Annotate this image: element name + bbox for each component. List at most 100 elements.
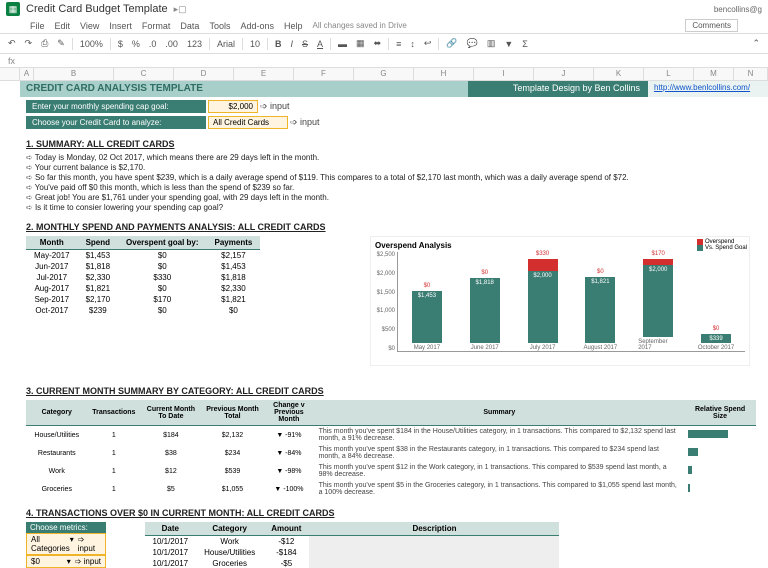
- col-i[interactable]: I: [474, 68, 534, 80]
- input-cap-row: Enter your monthly spending cap goal: $2…: [26, 100, 768, 113]
- table-row: Groceries1$5$1,055▼ -100%This month you'…: [26, 480, 756, 498]
- bullet: Great job! You are $1,761 under your spe…: [26, 193, 768, 202]
- menu-addons[interactable]: Add-ons: [240, 21, 274, 31]
- currency-icon[interactable]: $: [116, 39, 125, 49]
- chart-bars: $0 $1,453 May 2017 $0 $1,818 June 2017 $…: [397, 252, 745, 352]
- spreadsheet-grid[interactable]: A B C D E F G H I J K L M N CREDIT CARD …: [0, 68, 768, 568]
- comment-icon[interactable]: 💬: [465, 38, 480, 49]
- dec2-icon[interactable]: .00: [163, 39, 180, 49]
- col-j[interactable]: J: [534, 68, 594, 80]
- chart-title: Overspend Analysis: [375, 241, 745, 250]
- table-row: 10/1/2017Work-$12: [145, 536, 560, 548]
- banner: CREDIT CARD ANALYSIS TEMPLATE Template D…: [20, 81, 768, 97]
- comments-button[interactable]: Comments: [685, 19, 738, 32]
- save-status: All changes saved in Drive: [313, 21, 407, 30]
- valign-icon[interactable]: ↕: [408, 39, 417, 49]
- chart-yaxis: $2,500$2,000$1,500$1,000$500$0: [375, 252, 397, 352]
- menu-tools[interactable]: Tools: [209, 21, 230, 31]
- col-b[interactable]: B: [34, 68, 114, 80]
- menu-edit[interactable]: Edit: [55, 21, 71, 31]
- section1-head: 1. SUMMARY: ALL CREDIT CARDS: [26, 139, 768, 149]
- col-l[interactable]: L: [644, 68, 694, 80]
- cap-value[interactable]: $2,000: [208, 100, 258, 113]
- col-m[interactable]: M: [694, 68, 734, 80]
- bullet: So far this month, you have spent $239, …: [26, 173, 768, 182]
- print-icon[interactable]: ⎙: [39, 38, 50, 49]
- col-k[interactable]: K: [594, 68, 644, 80]
- table-row: Oct-2017$239$0$0: [26, 305, 260, 316]
- metric-category[interactable]: All Categories▾➩ input: [26, 533, 106, 555]
- chart-icon[interactable]: ▥: [485, 38, 498, 49]
- section4-head: 4. TRANSACTIONS OVER $0 IN CURRENT MONTH…: [26, 508, 768, 518]
- percent-icon[interactable]: %: [130, 39, 142, 49]
- italic-icon[interactable]: I: [289, 39, 296, 49]
- col-h[interactable]: H: [414, 68, 474, 80]
- menu-insert[interactable]: Insert: [109, 21, 132, 31]
- menu-format[interactable]: Format: [142, 21, 171, 31]
- folder-icon[interactable]: ▸▢: [174, 4, 187, 15]
- strike-icon[interactable]: S: [300, 39, 310, 49]
- bullet: Today is Monday, 02 Oct 2017, which mean…: [26, 153, 768, 162]
- wrap-icon[interactable]: ↩: [422, 38, 434, 49]
- font-size[interactable]: 10: [248, 39, 262, 49]
- fx-label: fx: [8, 56, 15, 66]
- title-bar: ▦ Credit Card Budget Template ▸▢ bencoll…: [0, 0, 768, 18]
- font-select[interactable]: Arial: [215, 39, 237, 49]
- card-value[interactable]: All Credit Cards: [208, 116, 288, 129]
- table-row: Sep-2017$2,170$170$1,821: [26, 294, 260, 305]
- table-row: Aug-2017$1,821$0$2,330: [26, 283, 260, 294]
- overspend-chart: Overspend Analysis Overspend Vs. Spend G…: [370, 236, 750, 366]
- col-a[interactable]: A: [20, 68, 34, 80]
- metric-amount[interactable]: $0▾➩ input: [26, 555, 106, 568]
- bullet: You've paid off $0 this month, which is …: [26, 183, 768, 192]
- link-icon[interactable]: 🔗: [444, 38, 459, 49]
- cap-arrow: ➩ input: [260, 101, 290, 112]
- table-row: Restaurants1$38$234▼ -84%This month you'…: [26, 444, 756, 462]
- input-card-row: Choose your Credit Card to analyze: All …: [26, 116, 768, 129]
- metrics-box: Choose metrics: All Categories▾➩ input $…: [26, 522, 106, 568]
- menu-file[interactable]: File: [30, 21, 45, 31]
- table-row: 10/1/2017Groceries-$5: [145, 558, 560, 568]
- redo-icon[interactable]: ↷: [23, 38, 35, 49]
- align-icon[interactable]: ≡: [394, 39, 403, 49]
- merge-icon[interactable]: ⬌: [372, 38, 384, 49]
- table-row: Jun-2017$1,818$0$1,453: [26, 261, 260, 272]
- bold-icon[interactable]: B: [273, 39, 284, 49]
- sheets-logo-icon: ▦: [6, 2, 20, 16]
- menu-bar: File Edit View Insert Format Data Tools …: [0, 18, 768, 34]
- menu-data[interactable]: Data: [180, 21, 199, 31]
- dec-icon[interactable]: .0: [147, 39, 159, 49]
- banner-link[interactable]: http://www.benlcollins.com/: [648, 81, 768, 97]
- table-row: Jul-2017$2,330$330$1,818: [26, 272, 260, 283]
- filter-icon[interactable]: ▼: [502, 39, 515, 49]
- table-row: May-2017$1,453$0$2,157: [26, 250, 260, 262]
- col-d[interactable]: D: [174, 68, 234, 80]
- card-arrow: ➩ input: [290, 117, 320, 128]
- chart-legend: Overspend Vs. Spend Goal: [697, 239, 747, 251]
- monthly-table: MonthSpendOverspent goal by:Payments May…: [26, 236, 260, 316]
- col-n[interactable]: N: [734, 68, 768, 80]
- zoom-select[interactable]: 100%: [78, 39, 105, 49]
- table-row: 10/1/2017House/Utilities-$184: [145, 547, 560, 558]
- toolbar: ↶ ↷ ⎙ ✎ 100% $ % .0 .00 123 Arial 10 B I…: [0, 34, 768, 54]
- col-g[interactable]: G: [354, 68, 414, 80]
- functions-icon[interactable]: Σ: [520, 39, 530, 49]
- formula-bar[interactable]: fx: [0, 54, 768, 68]
- table-row: Work1$12$539▼ -98%This month you've spen…: [26, 462, 756, 480]
- col-c[interactable]: C: [114, 68, 174, 80]
- text-color-icon[interactable]: A: [315, 39, 325, 49]
- paint-icon[interactable]: ✎: [55, 38, 67, 49]
- col-e[interactable]: E: [234, 68, 294, 80]
- metrics-head: Choose metrics:: [26, 522, 106, 533]
- banner-title: CREDIT CARD ANALYSIS TEMPLATE: [20, 81, 468, 97]
- chevron-up-icon[interactable]: ⌃: [750, 38, 762, 49]
- menu-view[interactable]: View: [80, 21, 99, 31]
- menu-help[interactable]: Help: [284, 21, 303, 31]
- num-format[interactable]: 123: [185, 39, 204, 49]
- undo-icon[interactable]: ↶: [6, 38, 18, 49]
- doc-title[interactable]: Credit Card Budget Template: [26, 3, 168, 15]
- section2-head: 2. MONTHLY SPEND AND PAYMENTS ANALYSIS: …: [26, 222, 768, 232]
- fill-icon[interactable]: ▬: [336, 39, 349, 49]
- borders-icon[interactable]: ▦: [354, 38, 367, 49]
- col-f[interactable]: F: [294, 68, 354, 80]
